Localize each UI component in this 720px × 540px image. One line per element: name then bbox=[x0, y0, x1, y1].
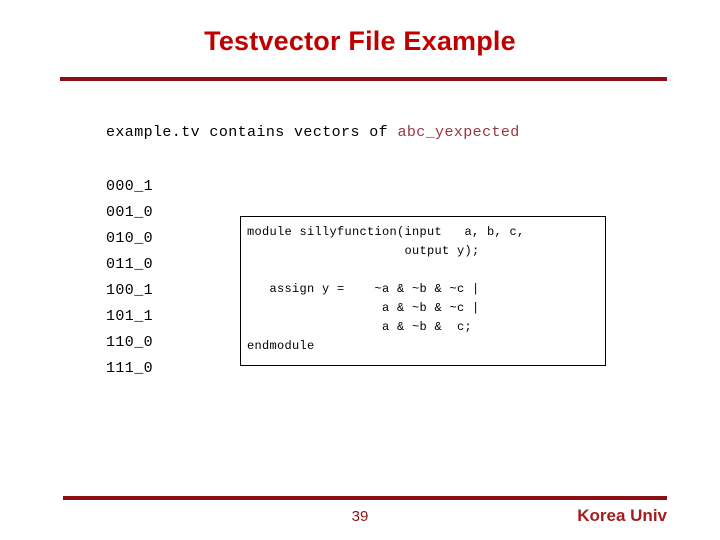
title-divider bbox=[60, 77, 667, 81]
verilog-code-box: module sillyfunction(input a, b, c, outp… bbox=[240, 216, 606, 366]
list-item: 010_0 bbox=[106, 230, 154, 247]
page-title: Testvector File Example bbox=[204, 26, 516, 56]
list-item: 110_0 bbox=[106, 334, 154, 351]
list-item: 000_1 bbox=[106, 178, 154, 195]
list-item: 111_0 bbox=[106, 360, 154, 377]
list-item: 011_0 bbox=[106, 256, 154, 273]
slide-root: Testvector File Example example.tv conta… bbox=[0, 0, 720, 540]
list-item: 100_1 bbox=[106, 282, 154, 299]
subtitle-line: example.tv contains vectors of abc_yexpe… bbox=[106, 124, 520, 141]
footer-brand-label: Korea Univ bbox=[577, 506, 667, 525]
subtitle-accent-text: abc_yexpected bbox=[397, 124, 520, 141]
verilog-code-text: module sillyfunction(input a, b, c, outp… bbox=[247, 225, 525, 353]
subtitle-prefix-text: example.tv contains vectors of bbox=[106, 124, 398, 141]
list-item: 001_0 bbox=[106, 204, 154, 221]
list-item: 101_1 bbox=[106, 308, 154, 325]
testvector-list: 000_1 001_0 010_0 011_0 100_1 101_1 110_… bbox=[106, 174, 153, 382]
footer-divider bbox=[63, 496, 667, 500]
